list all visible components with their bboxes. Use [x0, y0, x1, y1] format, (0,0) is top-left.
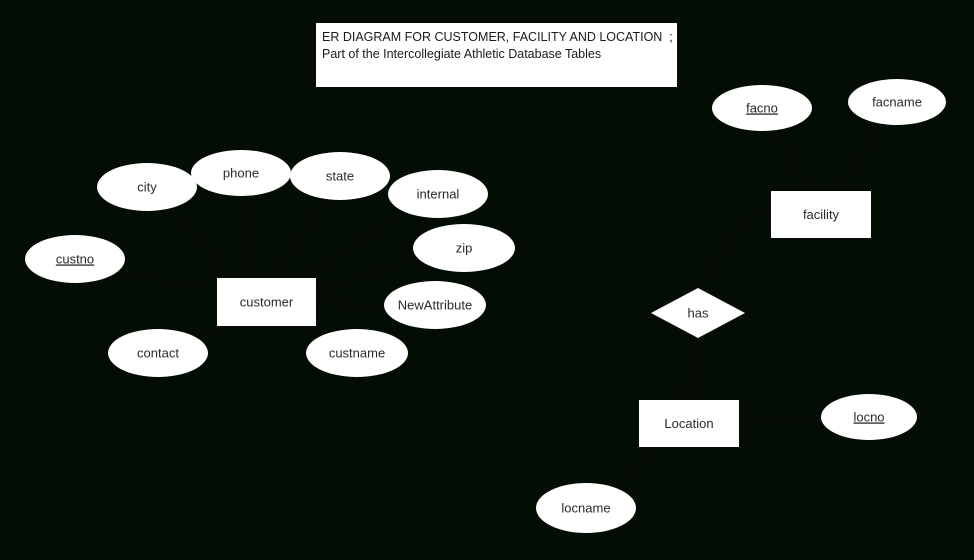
entity-customer[interactable]: customer: [217, 278, 316, 326]
attribute-newattribute[interactable]: NewAttribute: [384, 281, 486, 329]
nodes-layer: customer facility Location has city phone stat…: [25, 79, 946, 533]
edge-customer-custname: [299, 325, 331, 336]
entity-facility[interactable]: facility: [771, 191, 871, 238]
edge-customer-internal: [299, 210, 406, 283]
er-diagram-canvas: customer facility Location has city phone stat…: [0, 0, 974, 560]
edge-customer-zip: [315, 258, 417, 292]
attribute-internal[interactable]: internal: [388, 170, 488, 218]
attribute-newattribute-label: NewAttribute: [398, 297, 472, 312]
attribute-facno[interactable]: facno: [712, 85, 812, 131]
attribute-facname[interactable]: facname: [848, 79, 946, 125]
edge-customer-state: [276, 197, 325, 279]
edge-customer-newattribute: [315, 302, 386, 306]
crowfoot-location-right: [691, 386, 703, 402]
attribute-zip-label: zip: [456, 240, 473, 255]
diagram-title-line-1: ER DIAGRAM FOR CUSTOMER, FACILITY AND LO…: [322, 30, 673, 44]
edge-customer-contact: [184, 325, 237, 336]
attribute-contact-label: contact: [137, 345, 179, 360]
attribute-custno[interactable]: custno: [25, 235, 125, 283]
attribute-locno-label: locno: [853, 409, 884, 424]
attribute-zip[interactable]: zip: [413, 224, 515, 272]
entity-facility-label: facility: [803, 207, 840, 222]
attribute-state-label: state: [326, 168, 354, 183]
attribute-city-label: city: [137, 179, 157, 194]
edge-facility-facname: [836, 122, 883, 192]
attribute-city[interactable]: city: [97, 163, 197, 211]
attribute-custname[interactable]: custname: [306, 329, 408, 377]
attribute-contact[interactable]: contact: [108, 329, 208, 377]
attribute-custname-label: custname: [329, 345, 385, 360]
edge-location-locname: [615, 446, 660, 491]
diagram-title-box: ER DIAGRAM FOR CUSTOMER, FACILITY AND LO…: [316, 23, 677, 87]
entity-location-label: Location: [664, 416, 713, 431]
edge-location-locno: [738, 418, 822, 423]
entity-location[interactable]: Location: [639, 400, 739, 447]
entity-customer-label: customer: [240, 294, 294, 309]
attribute-locno[interactable]: locno: [821, 394, 917, 440]
attribute-custno-label: custno: [56, 251, 94, 266]
relationship-has-label: has: [688, 305, 709, 320]
attribute-phone-label: phone: [223, 165, 259, 180]
attribute-locname-label: locname: [561, 500, 610, 515]
diagram-title-line-2: Part of the Intercollegiate Athletic Dat…: [322, 47, 602, 61]
attribute-facno-label: facno: [746, 100, 778, 115]
edge-facility-has: [696, 213, 772, 290]
attribute-state[interactable]: state: [290, 152, 390, 200]
edge-facility-facno: [775, 129, 809, 192]
attribute-facname-label: facname: [872, 94, 922, 109]
edge-customer-city: [170, 209, 236, 282]
attribute-internal-label: internal: [417, 186, 460, 201]
edge-customer-phone: [240, 195, 255, 279]
relationship-has[interactable]: has: [651, 288, 745, 338]
attribute-locname[interactable]: locname: [536, 483, 636, 533]
attribute-phone[interactable]: phone: [191, 150, 291, 196]
edge-customer-custno: [119, 271, 218, 291]
